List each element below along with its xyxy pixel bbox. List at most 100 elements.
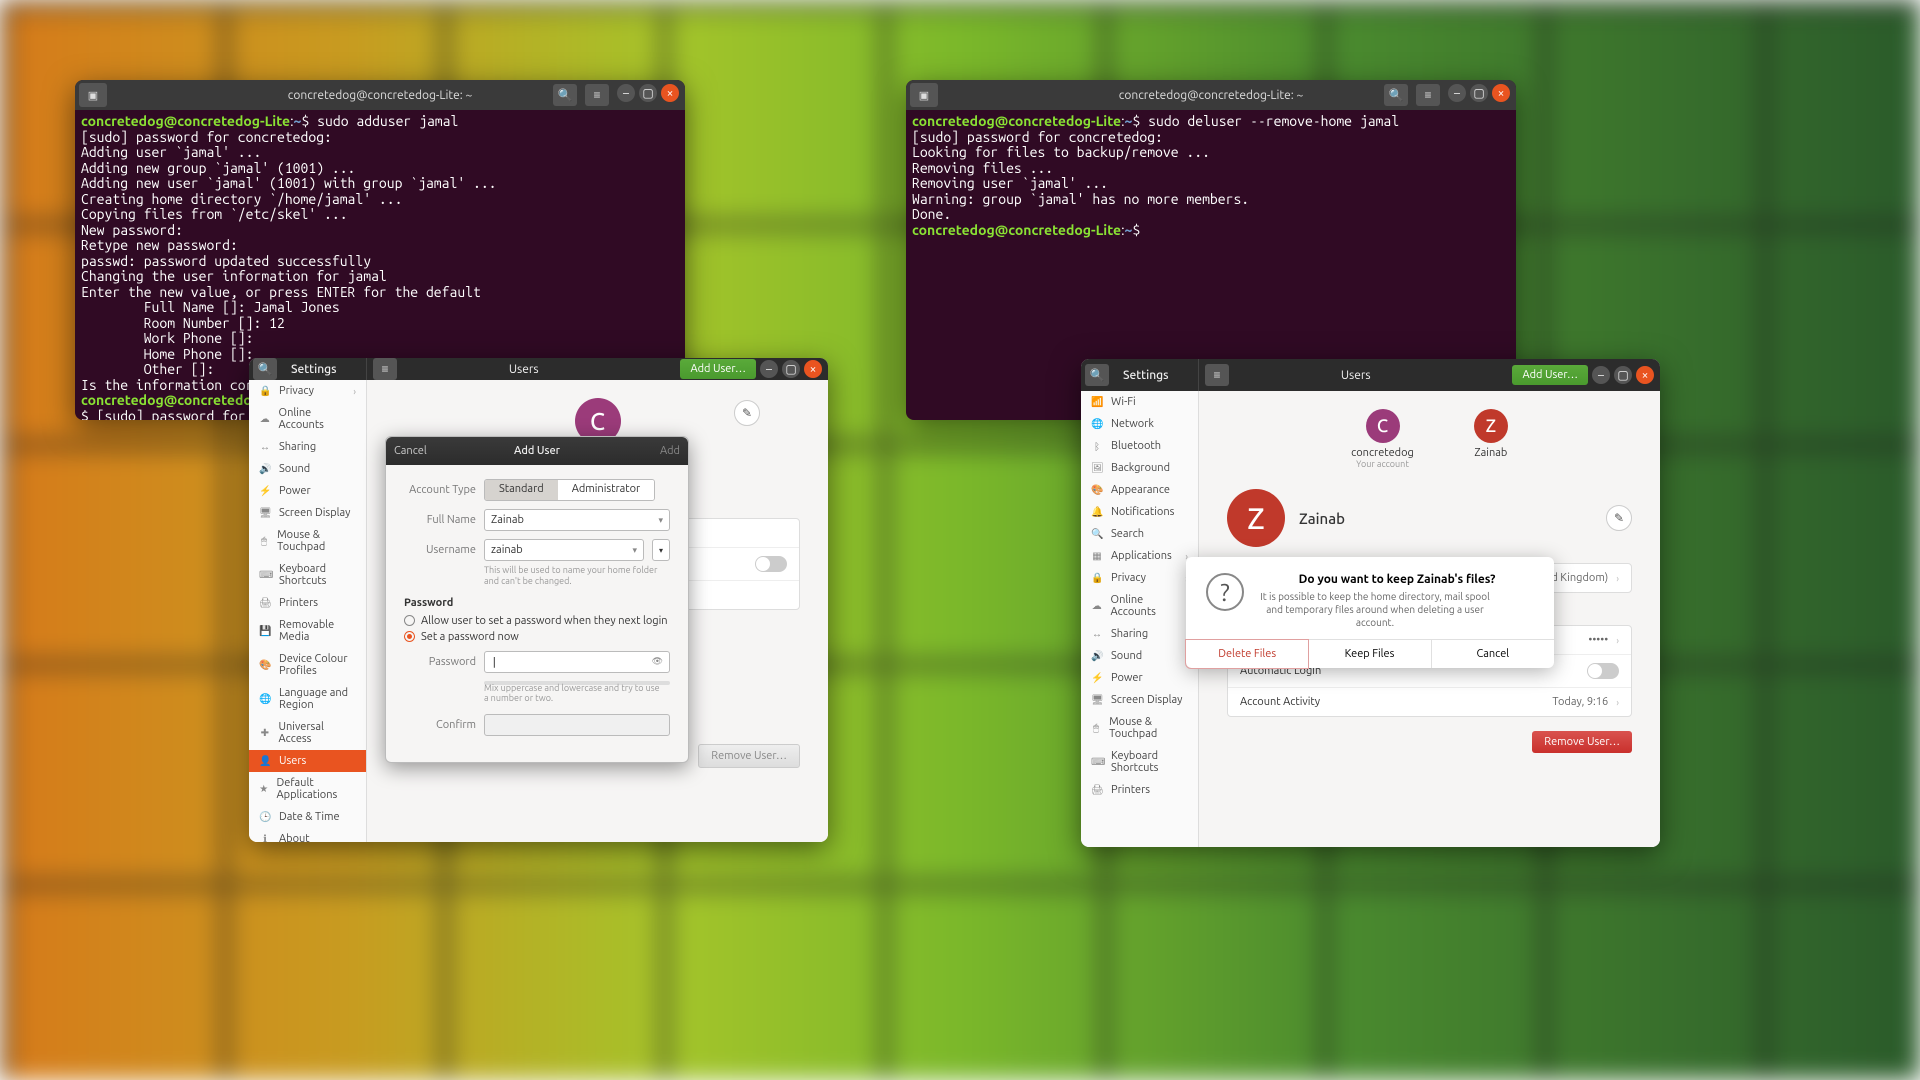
add-user-button[interactable]: Add User… — [1512, 365, 1588, 385]
sidebar-item-bluetooth[interactable]: ᛒBluetooth — [1081, 435, 1198, 457]
confirm-title: Do you want to keep Zainab's files? — [1260, 573, 1534, 586]
password-now-radio[interactable]: Set a password now — [404, 631, 670, 643]
sidebar-item-printers[interactable]: 🖨Printers — [249, 592, 366, 614]
sidebar-item-language-and-region[interactable]: 🌐Language and Region — [249, 682, 366, 716]
sidebar-item-background[interactable]: 🖼Background — [1081, 457, 1198, 479]
add-user-button[interactable]: Add User… — [680, 359, 756, 379]
terminal-titlebar[interactable]: ▣ concretedog@concretedog-Lite: ~ 🔍 ≡ – … — [906, 80, 1516, 110]
terminal-output[interactable]: concretedog@concretedog-Lite:~$ sudo del… — [906, 110, 1516, 242]
sidebar-item-sharing[interactable]: ↔Sharing — [249, 436, 366, 458]
close-button[interactable]: × — [661, 84, 679, 102]
auto-login-toggle[interactable] — [755, 556, 787, 572]
sidebar-item-sound[interactable]: 🔊Sound — [249, 458, 366, 480]
account-type-segmented[interactable]: Standard Administrator — [484, 479, 655, 501]
sidebar-item-network[interactable]: 🌐Network — [1081, 413, 1198, 435]
fullname-input[interactable]: Zainab▾ — [484, 509, 670, 531]
sidebar-item-removable-media[interactable]: 💾Removable Media — [249, 614, 366, 648]
terminal-app-icon: ▣ — [79, 83, 107, 107]
cancel-button[interactable]: Cancel — [394, 445, 427, 457]
confirm-input[interactable] — [484, 714, 670, 736]
menu-icon[interactable]: ≡ — [1416, 84, 1440, 106]
edit-avatar-button[interactable]: ✎ — [1606, 505, 1632, 531]
fullname-label: Full Name — [404, 514, 476, 526]
hamburger-icon[interactable]: ≡ — [1205, 364, 1229, 386]
page-title: Users — [509, 363, 539, 376]
settings-header[interactable]: 🔍 Settings ≡ Users Add User… – ▢ × — [1081, 359, 1660, 391]
close-button[interactable]: × — [1492, 84, 1510, 102]
sidebar-item-appearance[interactable]: 🎨Appearance — [1081, 479, 1198, 501]
sidebar-item-notifications[interactable]: 🔔Notifications — [1081, 501, 1198, 523]
sidebar-item-keyboard-shortcuts[interactable]: ⌨Keyboard Shortcuts — [1081, 745, 1198, 779]
hamburger-icon[interactable]: ≡ — [373, 358, 397, 380]
sidebar-item-universal-access[interactable]: ✚Universal Access — [249, 716, 366, 750]
password-later-radio[interactable]: Allow user to set a password when they n… — [404, 615, 670, 627]
dialog-header[interactable]: Cancel Add User Add — [386, 437, 688, 465]
auto-login-toggle[interactable] — [1587, 663, 1619, 679]
password-section-label: Password — [404, 597, 670, 609]
sidebar-item-users[interactable]: 👤Users — [249, 750, 366, 772]
sidebar-item-default-applications[interactable]: ★Default Applications — [249, 772, 366, 806]
remove-user-button[interactable]: Remove User… — [698, 744, 800, 768]
administrator-option[interactable]: Administrator — [558, 480, 655, 500]
delete-user-confirm-dialog: ? Do you want to keep Zainab's files? It… — [1186, 557, 1554, 668]
settings-header[interactable]: 🔍 Settings ≡ Users Add User… – ▢ × — [249, 358, 828, 380]
sidebar-item-printers[interactable]: 🖨Printers — [1081, 779, 1198, 801]
username-suggest-button[interactable]: ▾ — [652, 539, 670, 561]
sidebar-item-device-colour-profiles[interactable]: 🎨Device Colour Profiles — [249, 648, 366, 682]
minimize-button[interactable]: – — [617, 84, 635, 102]
close-button[interactable]: × — [1636, 366, 1654, 384]
minimize-button[interactable]: – — [1448, 84, 1466, 102]
standard-option[interactable]: Standard — [485, 480, 558, 500]
delete-files-button[interactable]: Delete Files — [1185, 639, 1309, 669]
password-input[interactable]: |👁 — [484, 651, 670, 673]
sidebar-item-mouse-touchpad[interactable]: 🖱Mouse & Touchpad — [1081, 711, 1198, 745]
sidebar-item-online-accounts[interactable]: ☁Online Accounts — [249, 402, 366, 436]
sidebar-item-screen-display[interactable]: 🖥Screen Display — [1081, 689, 1198, 711]
sidebar-item-keyboard-shortcuts[interactable]: ⌨Keyboard Shortcuts — [249, 558, 366, 592]
settings-sidebar: 🔒Privacy›☁Online Accounts↔Sharing🔊Sound⚡… — [249, 380, 367, 842]
close-button[interactable]: × — [804, 360, 822, 378]
sidebar-item-privacy[interactable]: 🔒Privacy› — [1081, 567, 1198, 589]
keep-files-button[interactable]: Keep Files — [1308, 640, 1431, 668]
sidebar-item-date-time[interactable]: 🕒Date & Time — [249, 806, 366, 828]
user-card-zainab[interactable]: Z Zainab — [1474, 409, 1508, 469]
sidebar-item-power[interactable]: ⚡Power — [1081, 667, 1198, 689]
remove-user-button[interactable]: Remove User… — [1532, 731, 1632, 753]
maximize-button[interactable]: ▢ — [1470, 84, 1488, 102]
sidebar-item-online-accounts[interactable]: ☁Online Accounts — [1081, 589, 1198, 623]
add-button[interactable]: Add — [660, 445, 680, 457]
search-icon[interactable]: 🔍 — [553, 84, 577, 106]
sidebar-item-screen-display[interactable]: 🖥Screen Display — [249, 502, 366, 524]
sidebar-item-power[interactable]: ⚡Power — [249, 480, 366, 502]
menu-icon[interactable]: ≡ — [585, 84, 609, 106]
reveal-password-icon[interactable]: 👁 — [652, 656, 663, 667]
terminal-titlebar[interactable]: ▣ concretedog@concretedog-Lite: ~ 🔍 ≡ – … — [75, 80, 685, 110]
avatar: Z — [1474, 409, 1508, 443]
username-hint: This will be used to name your home fold… — [484, 565, 664, 587]
user-card-concretedog[interactable]: C concretedog Your account — [1351, 409, 1414, 469]
sidebar-item-mouse-touchpad[interactable]: 🖱Mouse & Touchpad — [249, 524, 366, 558]
sidebar-item-applications[interactable]: ▦Applications› — [1081, 545, 1198, 567]
cancel-button[interactable]: Cancel — [1432, 640, 1554, 668]
avatar: C — [1366, 409, 1400, 443]
sidebar-item-wi-fi[interactable]: 📶Wi-Fi — [1081, 391, 1198, 413]
minimize-button[interactable]: – — [760, 360, 778, 378]
activity-row[interactable]: Account Activity Today, 9:16 › — [1228, 688, 1631, 716]
maximize-button[interactable]: ▢ — [639, 84, 657, 102]
search-icon[interactable]: 🔍 — [1384, 84, 1408, 106]
maximize-button[interactable]: ▢ — [1614, 366, 1632, 384]
minimize-button[interactable]: – — [1592, 366, 1610, 384]
username-input[interactable]: zainab▾ — [484, 539, 644, 561]
sidebar-item-search[interactable]: 🔍Search — [1081, 523, 1198, 545]
sidebar-item-sound[interactable]: 🔊Sound — [1081, 645, 1198, 667]
page-title: Users — [1341, 369, 1371, 382]
terminal-title: concretedog@concretedog-Lite: ~ — [1119, 89, 1303, 102]
sidebar-item-privacy[interactable]: 🔒Privacy› — [249, 380, 366, 402]
search-icon[interactable]: 🔍 — [253, 358, 277, 380]
edit-avatar-button[interactable]: ✎ — [734, 400, 760, 426]
maximize-button[interactable]: ▢ — [782, 360, 800, 378]
search-icon[interactable]: 🔍 — [1085, 364, 1109, 386]
sidebar-item-about[interactable]: ℹAbout — [249, 828, 366, 842]
selected-user-name: Zainab — [1299, 510, 1345, 527]
sidebar-item-sharing[interactable]: ↔Sharing — [1081, 623, 1198, 645]
